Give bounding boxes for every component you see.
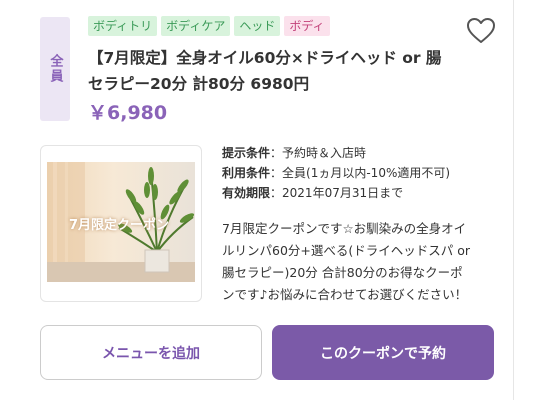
category-tags: ボディトリ ボディケア ヘッド ボディ [88,16,330,36]
condition-value: 全員(1ヵ月以内-10%適用不可) [282,166,451,180]
condition-label: 提示条件 [222,146,271,160]
heart-outline-icon [467,18,495,43]
condition-expiry: 有効期限：2021年07月31日まで [222,183,450,203]
target-badge-label: 全員 [47,54,63,84]
tag-body: ボディ [284,16,330,36]
description-line: ルリンパ60分+選べる(ドライヘッドスパ or [222,243,471,258]
coupon-description: 7月限定クーポンです☆お馴染みの全身オイ ルリンパ60分+選べる(ドライヘッドス… [222,218,502,306]
coupon-title-line-1: 【7月限定】全身オイル60分×ドライヘッド or 腸 [88,49,442,67]
condition-separator: ： [270,166,283,180]
coupon-image-caption: 7月限定クーポン [69,218,170,233]
add-menu-button[interactable]: メニューを追加 [40,325,262,380]
coupon-title-line-2: セラピー20分 計80分 6980円 [88,75,310,93]
coupon-price: ￥6,980 [88,102,168,124]
tag-body-care: ボディケア [161,16,231,36]
coupon-conditions: 提示条件：予約時＆入店時 利用条件：全員(1ヵ月以内-10%適用不可) 有効期限… [222,143,450,203]
tag-body-tori: ボディトリ [88,16,158,36]
description-line: ンです♪お悩みに合わせてお選びください！ [222,287,468,302]
condition-value: 予約時＆入店時 [282,146,367,160]
description-line: 腸セラピー)20分 合計80分のお得なクーポ [222,265,463,280]
tag-head: ヘッド [234,16,281,36]
coupon-title: 【7月限定】全身オイル60分×ドライヘッド or 腸 セラピー20分 計80分 … [88,45,460,97]
target-badge: 全員 [40,17,70,121]
condition-usage: 利用条件：全員(1ヵ月以内-10%適用不可) [222,163,450,183]
coupon-image-frame: 7月限定クーポン [40,145,202,302]
favorite-button[interactable] [467,18,495,44]
right-edge-divider [513,0,514,400]
description-line: 7月限定クーポンです☆お馴染みの全身オイ [222,221,467,236]
condition-value: 2021年07月31日まで [282,186,404,200]
condition-label: 利用条件 [222,166,271,180]
condition-label: 有効期限 [222,186,271,200]
reserve-with-coupon-button[interactable]: このクーポンで予約 [272,325,494,380]
condition-presentation: 提示条件：予約時＆入店時 [222,143,450,163]
condition-separator: ： [270,146,283,160]
coupon-image: 7月限定クーポン [47,162,195,282]
condition-separator: ： [270,186,283,200]
